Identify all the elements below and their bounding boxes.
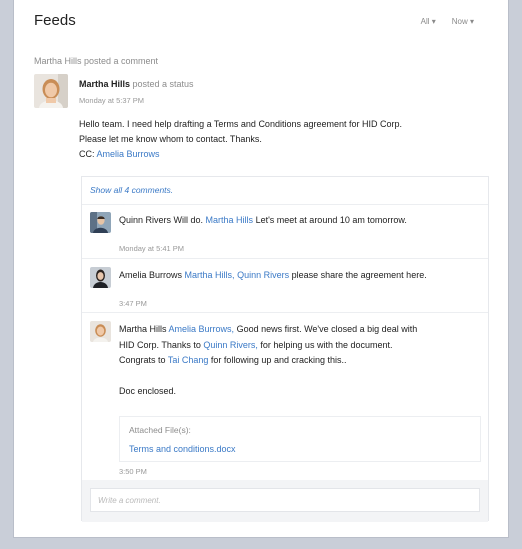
commenter-avatar[interactable]	[90, 212, 111, 233]
filter-all-dropdown[interactable]: All ▾	[421, 17, 436, 26]
divider	[82, 204, 488, 205]
comment-timestamp: 3:47 PM	[119, 299, 147, 308]
avatar-martha-icon	[90, 321, 111, 342]
comment-fragment: please share the agreement here.	[289, 270, 427, 280]
mention-link[interactable]: Amelia Burrows,	[169, 324, 235, 334]
comment-fragment: Congrats to	[119, 355, 168, 365]
divider	[82, 312, 488, 313]
post-cc-line: CC: Amelia Burrows	[79, 147, 479, 162]
comment-fragment: Will do.	[171, 215, 206, 225]
comment-line: Doc enclosed.	[119, 385, 177, 396]
mention-link[interactable]: Quinn Rivers,	[203, 340, 258, 350]
comment-input[interactable]	[90, 488, 480, 512]
comment-fragment: Let's meet at around 10 am tomorrow.	[253, 215, 407, 225]
page-title: Feeds	[34, 12, 76, 29]
comment-fragment: for helping us with the document.	[257, 339, 393, 350]
avatar-amelia-icon	[90, 267, 111, 288]
attachment-file-link[interactable]: Terms and conditions.docx	[129, 444, 236, 454]
avatar-quinn-icon	[90, 212, 111, 233]
post-action: posted a status	[130, 79, 194, 89]
comment-text: Martha Hills Amelia Burrows, Good news f…	[119, 322, 479, 399]
attachment-label: Attached File(s):	[129, 425, 191, 435]
comments-section: Show all 4 comments. Quinn Rivers Will d…	[81, 176, 489, 522]
avatar-martha-icon	[34, 74, 68, 108]
comment-author[interactable]: Martha Hills	[119, 324, 167, 334]
commenter-avatar[interactable]	[90, 267, 111, 288]
commenter-avatar[interactable]	[90, 321, 111, 342]
comment-fragment: Good news first. We've closed a big deal…	[234, 324, 418, 334]
divider	[82, 258, 488, 259]
comment-text: Quinn Rivers Will do. Martha Hills Let's…	[119, 213, 479, 229]
post-body-line: Hello team. I need help drafting a Terms…	[79, 119, 403, 129]
post-author-name[interactable]: Martha Hills	[79, 79, 130, 89]
feeds-header: Feeds All ▾ Now ▾	[14, 0, 508, 40]
comment-timestamp: 3:50 PM	[119, 467, 147, 476]
mention-link[interactable]: Martha Hills,	[185, 270, 235, 280]
feeds-panel: Feeds All ▾ Now ▾ Martha Hills posted a …	[14, 0, 508, 537]
show-all-comments-link[interactable]: Show all 4 comments.	[90, 185, 173, 195]
feed-filters: All ▾ Now ▾	[421, 17, 474, 26]
comment-line: Congrats to Tai Chang for following up a…	[119, 353, 479, 369]
mention-link[interactable]: Martha Hills	[206, 215, 254, 225]
post-timestamp: Monday at 5:37 PM	[79, 96, 145, 105]
cc-label: CC:	[79, 149, 97, 159]
comment-fragment: for following up and cracking this..	[208, 355, 347, 365]
author-avatar[interactable]	[34, 74, 68, 108]
comment-text: Amelia Burrows Martha Hills, Quinn River…	[119, 268, 479, 284]
post-author-line: Martha Hills posted a status	[79, 79, 194, 89]
mention-link[interactable]: Quinn Rivers	[237, 270, 289, 280]
comment-line: Martha Hills Amelia Burrows, Good news f…	[119, 322, 479, 338]
activity-summary: Martha Hills posted a comment	[34, 56, 159, 66]
comment-author[interactable]: Amelia Burrows	[119, 270, 182, 280]
post-body: Hello team. I need help drafting a Terms…	[79, 117, 479, 162]
cc-mention-link[interactable]: Amelia Burrows	[97, 149, 160, 159]
comment-timestamp: Monday at 5:41 PM	[119, 244, 185, 253]
comment-fragment: HID Corp. Thanks to	[119, 339, 204, 350]
attachment-box: Attached File(s): Terms and conditions.d…	[119, 416, 481, 462]
mention-link[interactable]: Tai Chang	[168, 355, 209, 365]
filter-now-dropdown[interactable]: Now ▾	[452, 17, 474, 26]
comment-author[interactable]: Quinn Rivers	[119, 215, 171, 225]
comment-line: HID Corp. Thanks to Quinn Rivers, for he…	[119, 338, 479, 354]
post-body-line: Please let me know whom to contact. Than…	[79, 134, 262, 144]
